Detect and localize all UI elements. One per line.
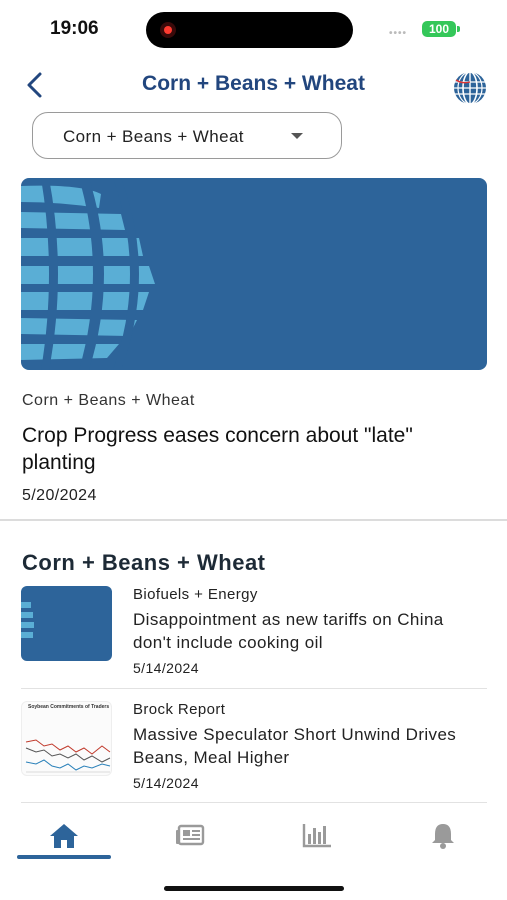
home-indicator [164,886,344,891]
status-bar: 19:06 •••• 100 [0,0,507,56]
featured-category: Corn + Beans + Wheat [22,392,195,409]
article-title: Disappointment as new tariffs on China d… [133,610,444,652]
section-divider [0,519,507,521]
section-title: Corn + Beans + Wheat [22,550,266,575]
nav-header: Corn + Beans + Wheat [0,60,507,110]
battery-icon: 100 [422,21,456,37]
thumbnail-chart-caption: Soybean Commitments of Traders [28,704,110,710]
list-item[interactable]: Biofuels + Energy Disappointment as new … [21,586,487,696]
caret-down-icon [291,133,303,139]
list-separator [21,802,487,803]
article-thumbnail [21,586,112,661]
featured-title[interactable]: Crop Progress eases concern about "late"… [22,422,492,476]
status-time: 19:06 [50,18,99,39]
dropdown-selected-label: Corn + Beans + Wheat [63,127,244,146]
recording-indicator-icon [160,22,176,38]
tab-charts[interactable] [297,820,337,850]
active-tab-indicator [17,855,111,859]
globe-watermark-icon [21,178,155,370]
article-date: 5/14/2024 [133,775,199,791]
line-chart-icon [25,739,111,773]
tab-home[interactable] [44,820,84,850]
article-date: 5/14/2024 [133,660,199,676]
signal-icon: •••• [389,28,408,39]
article-title: Massive Speculator Short Unwind Drives B… [133,725,457,767]
page-title: Corn + Beans + Wheat [142,72,365,95]
article-thumbnail: Soybean Commitments of Traders [21,701,112,776]
featured-date: 5/20/2024 [22,487,97,504]
category-dropdown[interactable]: Corn + Beans + Wheat [32,112,342,159]
bar-chart-icon [302,824,331,848]
tab-news[interactable] [170,820,210,850]
article-category: Biofuels + Energy [133,586,258,603]
featured-article-image[interactable] [21,178,487,370]
dynamic-island [146,12,353,48]
bell-icon [432,824,454,849]
globe-logo-icon[interactable] [452,70,488,106]
newspaper-icon [176,824,205,846]
home-icon [50,824,78,848]
bottom-tab-bar [0,808,507,868]
article-category: Brock Report [133,701,226,718]
battery-tip [457,26,460,32]
list-item[interactable]: Soybean Commitments of Traders Brock Rep… [21,701,487,811]
globe-watermark-icon [21,602,34,638]
tab-alerts[interactable] [423,820,463,850]
list-separator [21,688,487,689]
